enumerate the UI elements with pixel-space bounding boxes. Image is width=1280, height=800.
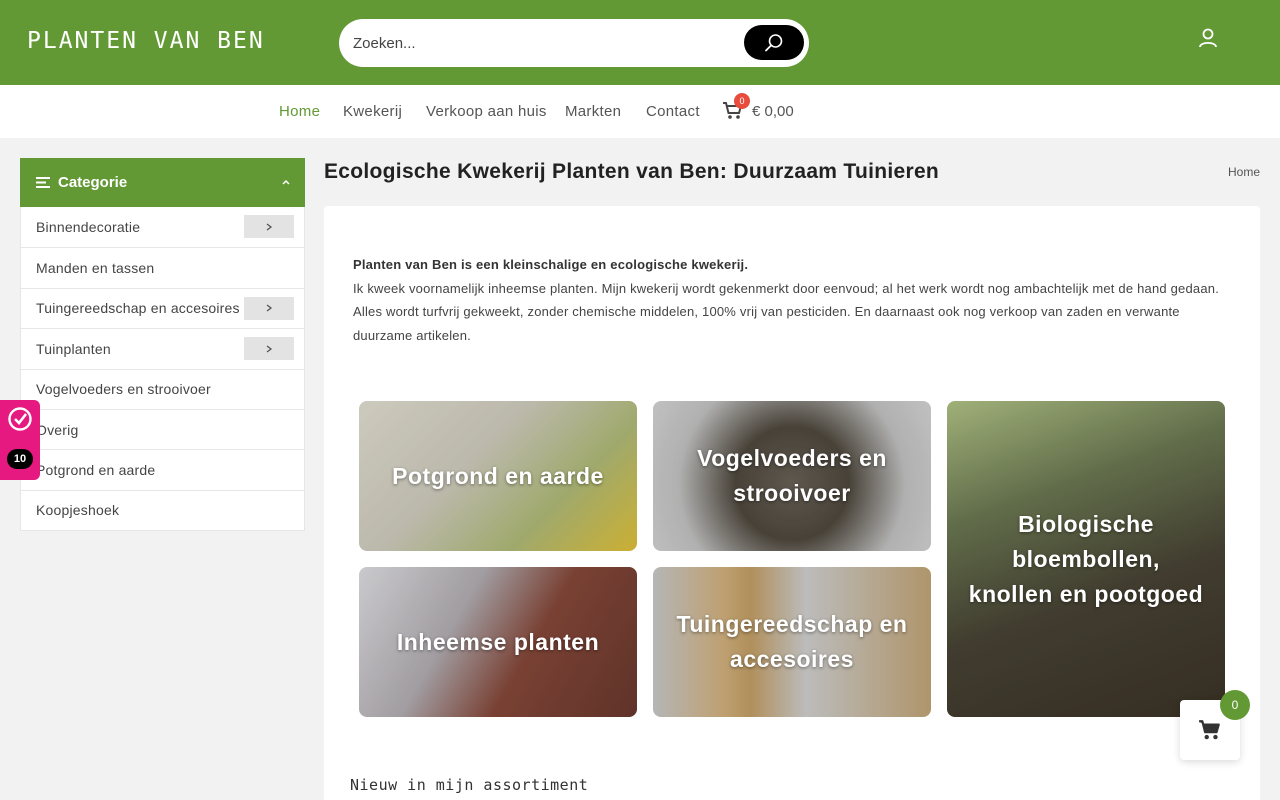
cart-icon [1199,720,1220,740]
tile-label: Tuingereedschap en accesoires [676,611,908,672]
section-title: Nieuw in mijn assortiment [350,776,589,794]
category-label: Manden en tassen [36,260,155,277]
cart-count-badge: 0 [734,93,750,109]
category-header[interactable]: Categorie [20,158,305,207]
category-tile-vogelvoeders[interactable]: Vogelvoeders en strooivoer [653,401,931,551]
nav-verkoop-aan-huis[interactable]: Verkoop aan huis [426,103,547,120]
search-input[interactable] [353,29,733,57]
intro-body: Ik kweek voornamelijk inheemse planten. … [353,280,1220,343]
category-tile-inheemse-planten[interactable]: Inheemse planten [359,567,637,717]
user-icon[interactable] [1196,26,1220,50]
nav-kwekerij[interactable]: Kwekerij [343,103,402,120]
chevron-right-icon [266,304,273,312]
category-label: Binnendecoratie [36,219,141,236]
category-item-tuingereedschap[interactable]: Tuingereedschap en accesoires [21,287,304,328]
category-label: Tuingereedschap en accesoires [36,300,240,317]
category-label: Tuinplanten [36,340,111,357]
intro-heading: Planten van Ben is een kleinschalige en … [353,257,749,272]
floating-cart-count: 0 [1220,690,1250,720]
category-label: Vogelvoeders en strooivoer [36,381,211,398]
category-item-binnendecoratie[interactable]: Binnendecoratie [21,207,304,247]
review-score: 10 [7,449,33,469]
chevron-up-icon[interactable] [281,177,291,187]
main-content: Planten van Ben is een kleinschalige en … [324,206,1260,800]
tile-label: Vogelvoeders en strooivoer [697,445,887,506]
intro-text: Planten van Ben is een kleinschalige en … [353,253,1223,347]
category-item-vogelvoeders[interactable]: Vogelvoeders en strooivoer [21,368,304,409]
category-item-manden-en-tassen[interactable]: Manden en tassen [21,247,304,287]
category-list: Binnendecoratie Manden en tassen Tuinger… [20,207,305,532]
tile-label: Inheemse planten [396,628,600,655]
checkmark-badge-icon [8,407,32,431]
category-title: Categorie [58,174,128,191]
category-tile-potgrond[interactable]: Potgrond en aarde [359,401,637,551]
category-item-overig[interactable]: Overig [21,408,304,449]
main-nav: Home Kwekerij Verkoop aan huis Markten C… [0,85,1280,138]
category-item-potgrond[interactable]: Potgrond en aarde [21,449,304,489]
submenu-toggle[interactable] [244,337,294,361]
tile-label: Biologische bloembollen, knollen en poot… [968,510,1204,607]
search-button[interactable] [744,25,804,60]
tile-label: Potgrond en aarde [392,462,604,489]
review-widget[interactable]: 10 [0,400,40,480]
site-logo[interactable]: PLANTEN VAN BEN [27,28,265,54]
search-box [339,19,809,67]
search-icon [765,33,783,51]
chevron-right-icon [266,222,273,231]
category-sidebar: Categorie Binnendecoratie Manden en tass… [20,158,305,532]
nav-markten[interactable]: Markten [565,103,621,120]
menu-icon [36,177,50,188]
nav-contact[interactable]: Contact [646,103,700,120]
category-item-tuinplanten[interactable]: Tuinplanten [21,328,304,368]
submenu-toggle[interactable] [244,215,294,238]
category-label: Overig [36,421,79,438]
nav-home[interactable]: Home [279,103,320,120]
category-tile-bloembollen[interactable]: Biologische bloembollen, knollen en poot… [947,401,1225,717]
category-label: Koopjeshoek [36,502,120,519]
category-label: Potgrond en aarde [36,462,156,479]
category-item-koopjeshoek[interactable]: Koopjeshoek [21,489,304,530]
page-title: Ecologische Kwekerij Planten van Ben: Du… [324,160,940,183]
cart-total[interactable]: € 0,00 [752,103,794,120]
chevron-right-icon [266,345,273,353]
category-tile-tuingereedschap[interactable]: Tuingereedschap en accesoires [653,567,931,717]
submenu-toggle[interactable] [244,296,294,320]
header-bar: PLANTEN VAN BEN [0,0,1280,85]
breadcrumb-home[interactable]: Home [1228,165,1260,179]
